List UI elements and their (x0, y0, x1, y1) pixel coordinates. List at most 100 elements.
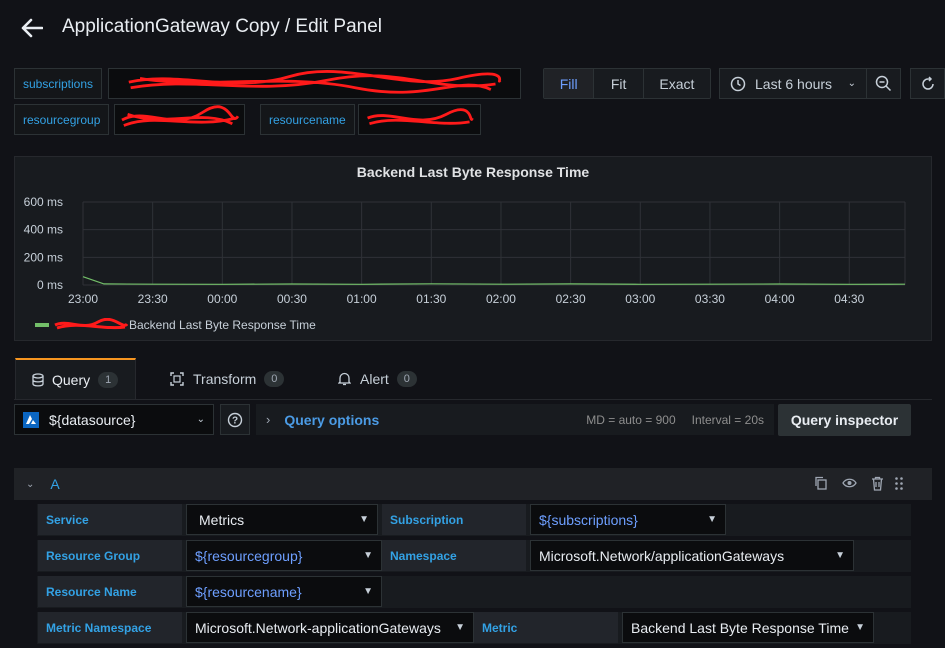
tab-query-count: 1 (98, 372, 119, 388)
query-inspector-button[interactable]: Query inspector (778, 404, 911, 436)
database-icon (32, 373, 44, 387)
caret-down-icon: ▼ (455, 622, 465, 633)
resource-group-label: Resource Group (38, 540, 182, 571)
back-arrow-icon[interactable] (18, 14, 46, 42)
caret-down-icon: ▼ (363, 586, 373, 597)
namespace-label: Namespace (382, 540, 526, 571)
drag-handle-icon[interactable] (894, 476, 904, 491)
caret-down-icon: ▼ (707, 514, 717, 525)
service-value: Metrics (199, 511, 245, 528)
variable-select-resourcegroup[interactable] (114, 104, 245, 135)
time-range-label: Last 6 hours (755, 75, 833, 92)
y-tick-label: 600 ms (24, 195, 63, 209)
query-options-bar[interactable]: › Query options MD = auto = 900 Interval… (256, 404, 774, 435)
legend-item[interactable]: Backend Last Byte Response Time (35, 317, 316, 332)
caret-down-icon: ▼ (359, 514, 369, 525)
variable-label-subscriptions: subscriptions (14, 68, 103, 99)
resource-name-select[interactable]: ${resourcename} ▼ (186, 576, 382, 607)
zoom-out-button[interactable] (866, 68, 901, 99)
metric-value: Backend Last Byte Response Time (631, 619, 849, 636)
metric-select[interactable]: Backend Last Byte Response Time ▼ (622, 612, 874, 643)
exact-button[interactable]: Exact (643, 69, 710, 98)
x-tick-label: 03:00 (625, 292, 655, 306)
page-title: ApplicationGateway Copy / Edit Panel (62, 16, 383, 37)
time-range-picker[interactable]: Last 6 hours ⌄ (719, 68, 867, 99)
query-options-label: Query options (284, 411, 380, 428)
tab-transform[interactable]: Transform 0 (154, 358, 300, 400)
metric-namespace-value: Microsoft.Network-applicationGateways (195, 619, 441, 636)
clock-icon (730, 76, 746, 92)
variable-label-resourcename: resourcename (260, 104, 355, 135)
x-tick-label: 01:30 (416, 292, 446, 306)
refresh-button[interactable] (910, 68, 945, 99)
svg-text:?: ? (232, 415, 238, 426)
transform-icon (170, 372, 184, 386)
collapse-chevron-icon: ⌄ (26, 478, 35, 490)
tab-query[interactable]: Query 1 (15, 358, 136, 400)
trash-icon[interactable] (871, 476, 884, 491)
namespace-select[interactable]: Microsoft.Network/applicationGateways ▼ (530, 540, 854, 571)
metric-namespace-label: Metric Namespace (38, 612, 182, 643)
redaction-scribble (367, 108, 474, 126)
legend-redaction (53, 317, 129, 332)
x-tick-label: 23:30 (138, 292, 168, 306)
azure-logo-icon (23, 411, 39, 428)
tab-transform-count: 0 (264, 371, 285, 387)
variable-label-resourcegroup: resourcegroup (14, 104, 110, 135)
redaction-scribble (128, 70, 502, 94)
subscription-select[interactable]: ${subscriptions} ▼ (530, 504, 726, 535)
redaction-scribble (121, 105, 240, 127)
tab-alert-label: Alert (360, 371, 389, 387)
datasource-value: ${datasource} (49, 411, 136, 428)
refresh-icon (921, 75, 934, 90)
tab-query-label: Query (52, 372, 91, 388)
query-ref-id: A (50, 476, 60, 492)
help-icon: ? (227, 412, 243, 427)
tabs-divider (14, 399, 932, 400)
bell-icon (338, 372, 351, 386)
caret-down-icon: ▼ (855, 622, 865, 633)
query-row-header[interactable]: ⌄ A (14, 468, 932, 500)
fill-button[interactable]: Fill (544, 69, 595, 98)
resource-name-label: Resource Name (38, 576, 182, 607)
service-select[interactable]: Metrics ▼ (186, 504, 378, 535)
service-label: Service (38, 504, 182, 535)
subscription-value: ${subscriptions} (539, 511, 638, 528)
max-datapoints-info: MD = auto = 900 (586, 412, 676, 427)
interval-info: Interval = 20s (691, 412, 764, 427)
chevron-down-icon: ⌄ (196, 414, 205, 425)
variable-select-resourcename[interactable] (358, 104, 481, 135)
caret-down-icon: ▼ (363, 550, 373, 561)
y-tick-label: 0 ms (37, 278, 63, 292)
subscription-label: Subscription (382, 504, 526, 535)
variable-select-subscriptions[interactable] (108, 68, 521, 99)
tab-transform-label: Transform (193, 371, 257, 387)
graph-panel: Backend Last Byte Response Time 600 ms 40… (14, 156, 932, 341)
fit-button[interactable]: Fit (594, 69, 644, 98)
x-tick-label: 01:00 (347, 292, 377, 306)
x-tick-label: 02:30 (556, 292, 586, 306)
y-tick-label: 400 ms (24, 223, 63, 237)
tab-alert-count: 0 (396, 371, 417, 387)
x-tick-label: 02:00 (486, 292, 516, 306)
namespace-value: Microsoft.Network/applicationGateways (539, 547, 785, 564)
zoom-mode-group: Fill Fit Exact (543, 68, 711, 99)
legend-label: Backend Last Byte Response Time (129, 318, 316, 332)
x-tick-label: 00:00 (207, 292, 237, 306)
x-tick-label: 23:00 (68, 292, 98, 306)
series-line (82, 276, 906, 285)
resource-name-value: ${resourcename} (195, 583, 302, 600)
x-tick-label: 04:30 (834, 292, 864, 306)
metric-namespace-select[interactable]: Microsoft.Network-applicationGateways ▼ (186, 612, 474, 643)
legend-swatch (35, 323, 49, 327)
tab-alert[interactable]: Alert 0 (322, 358, 433, 400)
resource-group-value: ${resourcegroup} (195, 547, 303, 564)
help-button[interactable]: ? (220, 404, 250, 435)
resource-group-select[interactable]: ${resourcegroup} ▼ (186, 540, 382, 571)
datasource-picker[interactable]: ${datasource} ⌄ (14, 404, 214, 435)
x-tick-label: 03:30 (695, 292, 725, 306)
eye-icon[interactable] (842, 477, 857, 489)
metric-label: Metric (474, 612, 618, 643)
zoom-out-icon (875, 75, 892, 92)
duplicate-query-icon[interactable] (814, 476, 828, 491)
